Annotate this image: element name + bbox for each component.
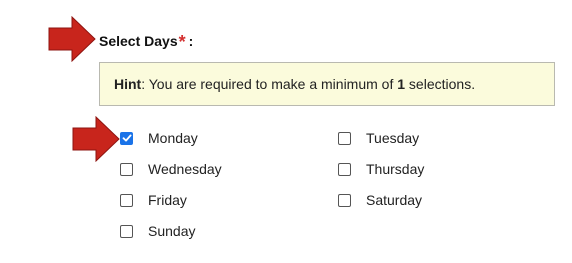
field-label: Select Days*: <box>99 30 194 52</box>
option-monday[interactable]: Monday <box>120 128 198 148</box>
checkbox-sunday[interactable] <box>120 224 133 238</box>
label-colon: : <box>188 33 194 49</box>
option-friday[interactable]: Friday <box>120 190 187 210</box>
option-label-saturday: Saturday <box>366 192 423 208</box>
right-arrow-icon <box>48 16 96 62</box>
hint-text-after: selections. <box>405 76 476 92</box>
checkbox-friday[interactable] <box>120 193 133 207</box>
option-wednesday[interactable]: Wednesday <box>120 159 222 179</box>
checkbox-saturday[interactable] <box>338 193 351 207</box>
hint-count: 1 <box>397 76 406 92</box>
option-sunday[interactable]: Sunday <box>120 221 195 241</box>
checkbox-monday[interactable] <box>120 131 133 145</box>
checkbox-wednesday[interactable] <box>120 162 133 176</box>
required-indicator: * <box>178 32 186 52</box>
option-label-thursday: Thursday <box>366 161 425 177</box>
option-label-sunday: Sunday <box>148 223 196 239</box>
select-days-form: Select Days*: Hint: You are required to … <box>0 0 572 263</box>
hint-text-before: : You are required to make a minimum of <box>141 76 398 92</box>
option-tuesday[interactable]: Tuesday <box>338 128 419 148</box>
checkmark-icon <box>122 134 132 142</box>
checkbox-tuesday[interactable] <box>338 131 351 145</box>
hint-box: Hint: You are required to make a minimum… <box>99 62 555 106</box>
checkbox-thursday[interactable] <box>338 162 351 176</box>
right-arrow-icon <box>72 116 120 162</box>
option-label-friday: Friday <box>148 192 187 208</box>
option-thursday[interactable]: Thursday <box>338 159 424 179</box>
option-saturday[interactable]: Saturday <box>338 190 422 210</box>
option-label-tuesday: Tuesday <box>366 130 420 146</box>
hint-prefix: Hint <box>114 76 142 92</box>
option-label-wednesday: Wednesday <box>148 161 222 177</box>
field-label-text: Select Days <box>99 33 178 49</box>
option-label-monday: Monday <box>148 130 198 146</box>
